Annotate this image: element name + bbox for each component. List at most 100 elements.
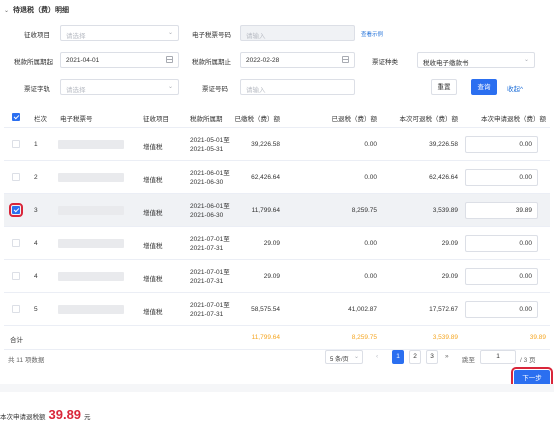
total-refunded: 8,259.75 bbox=[351, 334, 377, 341]
row-period: 2021-06-01至 2021-06-30 bbox=[190, 202, 230, 220]
period-end-input[interactable]: 2022-02-28 bbox=[240, 52, 355, 68]
row-paid: 58,575.54 bbox=[251, 306, 280, 313]
reset-button[interactable]: 重置 bbox=[431, 79, 457, 95]
row-refunded: 0.00 bbox=[364, 141, 377, 148]
section-title-text: 待退税（费）明细 bbox=[13, 7, 70, 14]
row-period: 2021-07-01至 2021-07-31 bbox=[190, 235, 230, 253]
apply-amount-input[interactable]: 39.89 bbox=[465, 202, 538, 219]
total-refundable: 3,539.89 bbox=[432, 334, 458, 341]
voucher-type-value: 税收电子缴款书 bbox=[423, 60, 469, 67]
levy-item-select[interactable]: 请选择 ⌄ bbox=[60, 25, 179, 41]
row-checkbox[interactable] bbox=[12, 173, 20, 181]
next-pages-button[interactable]: » bbox=[445, 353, 449, 360]
row-period-start: 2021-07-01至 bbox=[190, 269, 230, 276]
row-period-start: 2021-06-01至 bbox=[190, 203, 230, 210]
voucher-no-redacted bbox=[58, 305, 124, 314]
row-no: 4 bbox=[34, 240, 38, 247]
row-paid: 29.09 bbox=[263, 240, 280, 247]
table-row[interactable]: 2 增值税 2021-06-01至 2021-06-30 62,426.64 0.… bbox=[4, 161, 550, 194]
row-checkbox[interactable] bbox=[12, 305, 20, 313]
table-row-selected[interactable]: 3 增值税 2021-06-01至 2021-06-30 11,799.64 8,… bbox=[4, 194, 550, 227]
row-checkbox[interactable] bbox=[12, 140, 20, 148]
apply-amount-input[interactable]: 0.00 bbox=[465, 169, 538, 186]
apply-amount-input[interactable]: 0.00 bbox=[465, 301, 538, 318]
tax-voucher-no-input[interactable]: 请输入 bbox=[240, 25, 355, 41]
table-row[interactable]: 4 增值税 2021-07-01至 2021-07-31 29.09 0.00 2… bbox=[4, 227, 550, 260]
voucher-no-redacted bbox=[58, 173, 124, 182]
row-no: 4 bbox=[34, 273, 38, 280]
table-row[interactable]: 4 增值税 2021-07-01至 2021-07-31 29.09 0.00 2… bbox=[4, 260, 550, 293]
voucher-no-placeholder: 请输入 bbox=[246, 87, 266, 94]
row-checkbox[interactable] bbox=[12, 272, 20, 280]
row-refundable: 62,426.64 bbox=[429, 174, 458, 181]
page-button-3[interactable]: 3 bbox=[426, 350, 438, 364]
page-button-2[interactable]: 2 bbox=[409, 350, 421, 364]
pagination: 共 11 项数据 5 条/页 ⌄ ‹ 1 2 3 » 跳至 1 / 3 页 bbox=[4, 350, 550, 364]
row-refundable: 3,539.89 bbox=[432, 207, 458, 214]
voucher-no-redacted bbox=[58, 272, 124, 281]
view-example-link[interactable]: 查看示例 bbox=[361, 30, 383, 38]
col-header-refunded: 已退税（费）额 bbox=[331, 116, 378, 123]
voucher-type-select[interactable]: 税收电子缴款书 ⌄ bbox=[417, 52, 535, 68]
page-size-select[interactable]: 5 条/页 ⌄ bbox=[325, 350, 363, 364]
row-period-end: 2021-07-31 bbox=[190, 278, 224, 285]
table-row[interactable]: 5 增值税 2021-07-01至 2021-07-31 58,575.54 41… bbox=[4, 293, 550, 326]
jump-total: / 3 页 bbox=[520, 357, 536, 364]
row-refundable: 29.09 bbox=[441, 273, 458, 280]
levy-item-placeholder: 请选择 bbox=[66, 33, 86, 40]
row-period: 2021-06-01至 2021-06-30 bbox=[190, 169, 230, 187]
levy-item-label: 征收项目 bbox=[24, 32, 50, 39]
table-total-row: 合计 11,799.64 8,259.75 3,539.89 39.89 bbox=[4, 326, 550, 350]
query-button[interactable]: 查询 bbox=[471, 79, 497, 95]
refund-table: 栏次 电子税票号 征收项目 税款所属期 已缴税（费）额 已退税（费）额 本次可退… bbox=[4, 106, 550, 350]
apply-amount-input[interactable]: 0.00 bbox=[465, 235, 538, 252]
col-header-voucher: 电子税票号 bbox=[60, 116, 93, 123]
row-paid: 11,799.64 bbox=[251, 207, 280, 214]
table-header: 栏次 电子税票号 征收项目 税款所属期 已缴税（费）额 已退税（费）额 本次可退… bbox=[4, 106, 550, 128]
page-button-1[interactable]: 1 bbox=[392, 350, 404, 364]
row-no: 5 bbox=[34, 306, 38, 313]
row-paid: 62,426.64 bbox=[251, 174, 280, 181]
jump-page-input[interactable]: 1 bbox=[480, 350, 516, 364]
footer-amount: 39.89 bbox=[48, 407, 82, 422]
row-period-end: 2021-06-30 bbox=[190, 212, 224, 219]
voucher-no-input[interactable]: 请输入 bbox=[240, 79, 355, 95]
form-row-3: 票证字轨 请选择 ⌄ 票证号码 请输入 重置 查询 收起^ bbox=[0, 79, 554, 95]
voucher-word-select[interactable]: 请选择 ⌄ bbox=[60, 79, 179, 95]
section-title[interactable]: ⌄ 待退税（费）明细 bbox=[4, 5, 69, 15]
page-size-value: 5 条/页 bbox=[330, 357, 349, 363]
chevron-down-icon[interactable]: ⌄ bbox=[4, 7, 9, 14]
row-refundable: 17,572.67 bbox=[429, 306, 458, 313]
row-refunded: 0.00 bbox=[364, 174, 377, 181]
row-no: 1 bbox=[34, 141, 38, 148]
chevron-down-icon: ⌄ bbox=[167, 84, 173, 90]
apply-amount-input[interactable]: 0.00 bbox=[465, 268, 538, 285]
row-refundable: 29.09 bbox=[441, 240, 458, 247]
prev-page-button[interactable]: ‹ bbox=[376, 353, 378, 360]
calendar-icon bbox=[342, 56, 349, 63]
row-refunded: 41,002.87 bbox=[348, 306, 377, 313]
row-item: 增值税 bbox=[143, 177, 163, 184]
period-start-value: 2021-04-01 bbox=[66, 57, 100, 64]
jump-label: 跳至 bbox=[462, 357, 475, 364]
table-row[interactable]: 1 增值税 2021-05-01至 2021-05-31 39,226.58 0.… bbox=[4, 128, 550, 161]
total-apply: 39.89 bbox=[529, 334, 546, 341]
row-checkbox[interactable] bbox=[9, 203, 23, 217]
row-period-end: 2021-05-31 bbox=[190, 146, 224, 153]
row-no: 2 bbox=[34, 174, 38, 181]
row-checkbox[interactable] bbox=[12, 239, 20, 247]
row-refunded: 0.00 bbox=[364, 240, 377, 247]
col-header-period: 税款所属期 bbox=[190, 116, 223, 123]
apply-amount-input[interactable]: 0.00 bbox=[465, 136, 538, 153]
col-header-apply: 本次申请退税（费）额 bbox=[481, 116, 546, 123]
period-start-input[interactable]: 2021-04-01 bbox=[60, 52, 179, 68]
col-header-refundable: 本次可退税（费）额 bbox=[399, 116, 459, 123]
voucher-no-label: 票证号码 bbox=[202, 86, 228, 93]
row-item: 增值税 bbox=[143, 309, 163, 316]
select-all-checkbox[interactable] bbox=[12, 113, 20, 121]
collapse-link[interactable]: 收起^ bbox=[507, 83, 523, 93]
tax-voucher-no-placeholder: 请输入 bbox=[246, 33, 266, 40]
period-end-value: 2022-02-28 bbox=[246, 57, 280, 64]
voucher-word-placeholder: 请选择 bbox=[66, 87, 86, 94]
row-no: 3 bbox=[34, 207, 38, 214]
